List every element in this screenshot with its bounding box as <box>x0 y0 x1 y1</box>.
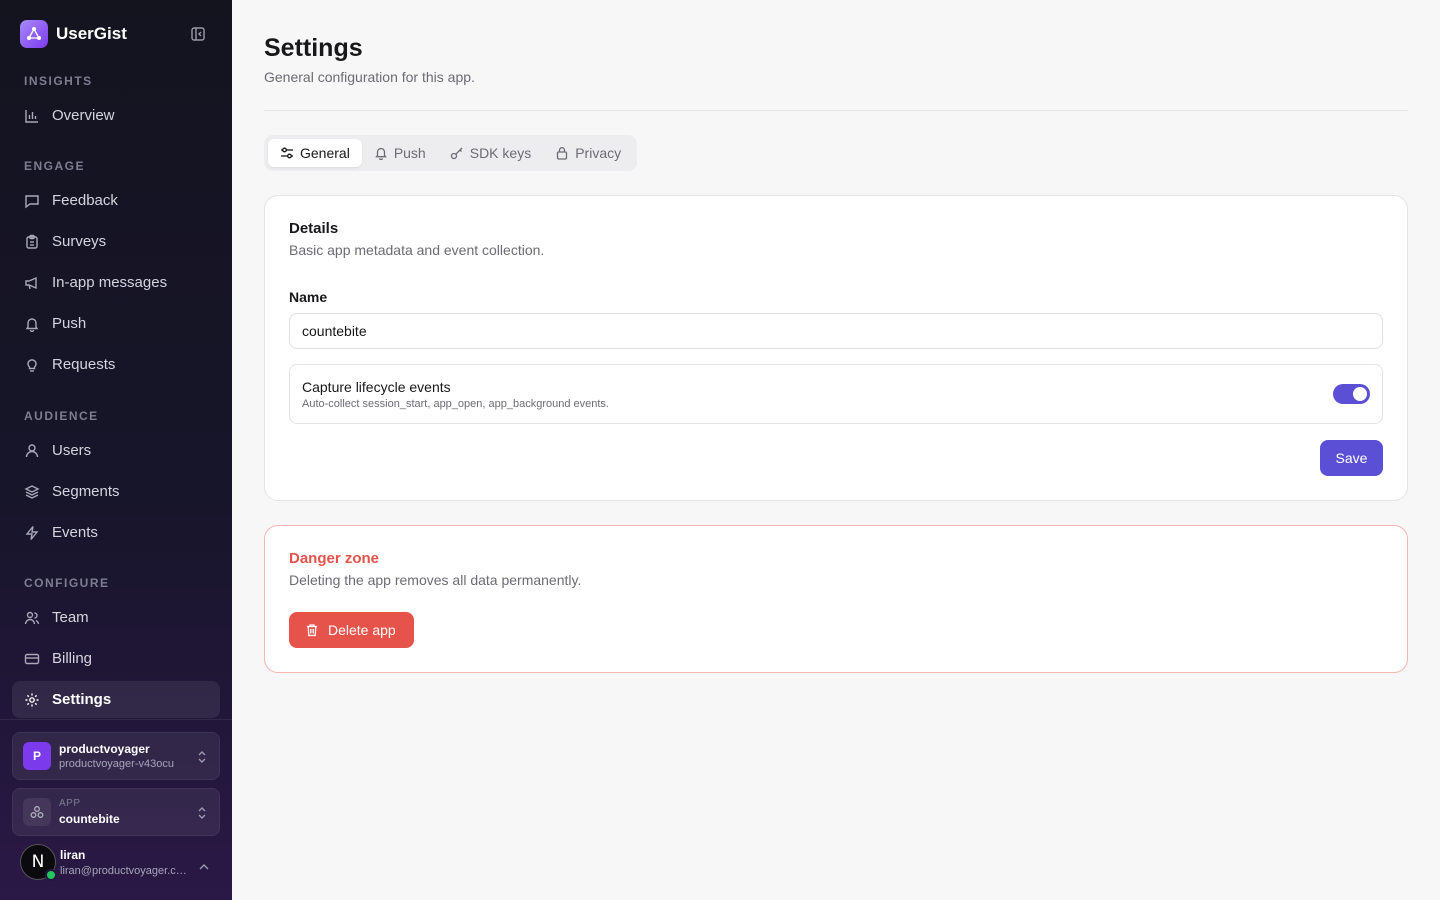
sidebar-item-label: Feedback <box>52 192 118 209</box>
section-label-insights: INSIGHTS <box>24 74 93 88</box>
user-name: liran <box>60 847 86 862</box>
danger-zone-card: Danger zone Deleting the app removes all… <box>264 525 1408 673</box>
sidebar-item-label: Segments <box>52 483 120 500</box>
delete-app-button[interactable]: Delete app <box>289 612 414 648</box>
sidebar-item-feedback[interactable]: Feedback <box>12 182 220 219</box>
sidebar-item-overview[interactable]: Overview <box>12 97 220 134</box>
header-divider <box>264 110 1408 111</box>
sidebar-item-surveys[interactable]: Surveys <box>12 223 220 260</box>
users-icon <box>24 610 40 626</box>
sidebar-item-label: Surveys <box>52 233 107 250</box>
page-subtitle: General configuration for this app. <box>264 69 475 85</box>
save-button[interactable]: Save <box>1320 440 1383 476</box>
sidebar-item-label: In-app messages <box>52 274 168 291</box>
layers-icon <box>24 484 40 500</box>
tab-privacy[interactable]: Privacy <box>543 139 633 167</box>
sidebar-item-label: Billing <box>52 650 93 667</box>
bell-icon <box>374 146 388 160</box>
user-icon <box>24 443 40 459</box>
sidebar-item-label: Overview <box>52 107 115 124</box>
avatar: N <box>20 844 57 881</box>
credit-card-icon <box>24 651 40 667</box>
sidebar-item-label: Requests <box>52 356 116 373</box>
sidebar-item-segments[interactable]: Segments <box>12 473 220 510</box>
brand-name: UserGist <box>56 24 127 43</box>
danger-zone-description: Deleting the app removes all data perman… <box>289 572 582 588</box>
settings-tabs: General Push SDK keys Privacy <box>264 135 638 171</box>
org-switcher[interactable]: P productvoyager productvoyager-v43ocu <box>12 732 220 780</box>
brand[interactable]: UserGist <box>20 20 127 48</box>
lightbulb-icon <box>24 357 40 373</box>
sidebar-item-label: Settings <box>52 691 112 708</box>
org-name: productvoyager <box>59 742 150 756</box>
tab-label: Privacy <box>575 145 622 161</box>
section-label-audience: AUDIENCE <box>24 409 99 423</box>
app-name: countebite <box>59 812 120 826</box>
usergist-logo-icon <box>20 20 48 48</box>
sidebar-item-users[interactable]: Users <box>12 432 220 469</box>
gear-icon <box>24 692 40 708</box>
sliders-icon <box>280 146 294 160</box>
key-icon <box>450 146 464 160</box>
sidebar-divider <box>0 719 232 720</box>
clipboard-icon <box>24 234 40 250</box>
app-switcher-label: APP <box>59 798 81 809</box>
org-slug: productvoyager-v43ocu <box>59 758 174 770</box>
sidebar: UserGist INSIGHTS Overview ENGAGE Feedba… <box>0 0 232 900</box>
sidebar-item-label: Events <box>52 524 98 541</box>
lock-icon <box>555 146 569 160</box>
tab-push[interactable]: Push <box>362 139 438 167</box>
app-switcher[interactable]: APP countebite <box>12 788 220 836</box>
name-input[interactable] <box>289 313 1383 349</box>
megaphone-icon <box>24 275 40 291</box>
online-status-dot <box>45 869 57 881</box>
tab-label: General <box>300 145 350 161</box>
name-label: Name <box>289 289 328 305</box>
lifecycle-events-title: Capture lifecycle events <box>302 379 451 395</box>
section-label-engage: ENGAGE <box>24 159 86 173</box>
toggle-knob <box>1353 387 1367 401</box>
sidebar-item-label: Team <box>52 609 89 626</box>
lifecycle-events-toggle[interactable] <box>1333 384 1370 404</box>
delete-app-label: Delete app <box>328 622 396 638</box>
sidebar-item-requests[interactable]: Requests <box>12 346 220 383</box>
chevron-up-icon <box>198 858 210 876</box>
sidebar-item-settings[interactable]: Settings <box>12 681 220 718</box>
lifecycle-events-row: Capture lifecycle events Auto-collect se… <box>289 364 1383 424</box>
collapse-sidebar-icon[interactable] <box>188 24 208 44</box>
sidebar-item-label: Push <box>52 315 87 332</box>
page-title: Settings <box>264 34 363 62</box>
sidebar-item-events[interactable]: Events <box>12 514 220 551</box>
tab-sdk-keys[interactable]: SDK keys <box>438 139 543 167</box>
main-content: Settings General configuration for this … <box>232 0 1440 900</box>
sidebar-item-team[interactable]: Team <box>12 599 220 636</box>
sidebar-item-push[interactable]: Push <box>12 305 220 342</box>
bar-chart-icon <box>24 108 40 124</box>
chevrons-up-down-icon <box>195 805 209 821</box>
tab-label: Push <box>393 145 426 161</box>
sidebar-item-label: Users <box>52 442 92 459</box>
chevrons-up-down-icon <box>195 749 209 765</box>
details-description: Basic app metadata and event collection. <box>289 242 545 258</box>
avatar-initial: N <box>31 852 45 872</box>
section-label-configure: CONFIGURE <box>24 576 110 590</box>
user-email: liran@productvoyager.co... <box>60 864 190 877</box>
zap-icon <box>24 525 40 541</box>
lifecycle-events-description: Auto-collect session_start, app_open, ap… <box>302 398 609 410</box>
message-square-icon <box>24 193 40 209</box>
sidebar-item-billing[interactable]: Billing <box>12 640 220 677</box>
tab-general[interactable]: General <box>268 139 362 167</box>
org-avatar: P <box>23 742 51 770</box>
trash-icon <box>305 623 319 637</box>
user-menu[interactable]: N liran liran@productvoyager.co... <box>20 844 220 881</box>
details-card: Details Basic app metadata and event col… <box>264 195 1408 501</box>
tab-label: SDK keys <box>469 145 532 161</box>
danger-zone-title: Danger zone <box>289 550 380 567</box>
app-icon <box>23 798 51 826</box>
sidebar-item-in-app-messages[interactable]: In-app messages <box>12 264 220 301</box>
bell-icon <box>24 316 40 332</box>
details-title: Details <box>289 220 339 237</box>
